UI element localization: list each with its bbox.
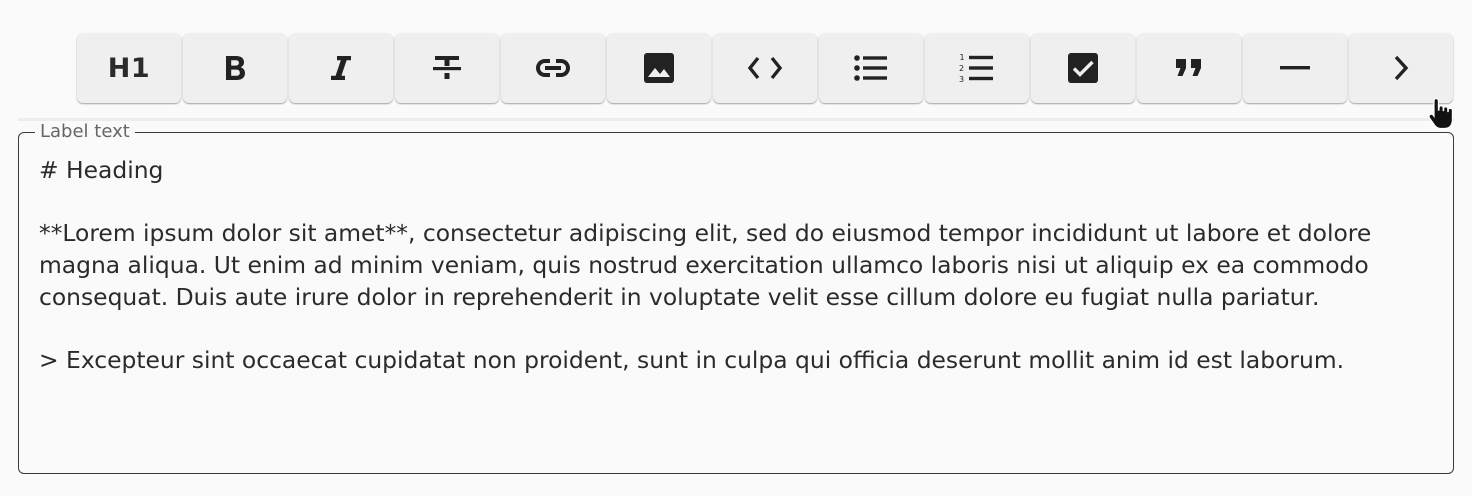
strikethrough-icon [433,56,461,79]
chevron-right-icon [1394,55,1409,81]
markdown-editor-field[interactable]: Label text # Heading **Lorem ipsum dolor… [18,121,1454,474]
bold-button[interactable] [183,33,287,103]
more-button[interactable] [1349,33,1453,103]
bulleted-list-button[interactable] [819,33,923,103]
horizontal-rule-icon [1280,66,1310,70]
checkbox-button[interactable] [1031,33,1135,103]
numbered-list-icon: 1 2 3 [959,53,993,84]
link-button[interactable] [501,33,605,103]
svg-text:1: 1 [960,53,965,62]
markdown-textarea[interactable]: # Heading **Lorem ipsum dolor sit amet**… [39,155,1431,377]
link-icon [536,59,570,77]
italic-icon [331,56,351,80]
quote-button[interactable] [1137,33,1241,103]
markdown-toolbar: H1 1 2 3 [77,33,1453,103]
svg-text:3: 3 [959,75,964,84]
quote-icon [1176,59,1201,76]
field-label: Label text [35,121,135,143]
strikethrough-button[interactable] [395,33,499,103]
code-button[interactable] [713,33,817,103]
heading-icon: H1 [107,52,151,84]
heading-button[interactable]: H1 [77,33,181,103]
toolbar-divider [18,118,1454,121]
bulleted-list-icon [854,55,887,81]
image-button[interactable] [607,33,711,103]
image-icon [644,53,674,83]
italic-button[interactable] [289,33,393,103]
code-icon [747,56,783,80]
hand-cursor-icon [1428,97,1453,130]
horizontal-rule-button[interactable] [1243,33,1347,103]
checkbox-icon [1068,53,1098,83]
svg-text:2: 2 [959,64,964,73]
numbered-list-button[interactable]: 1 2 3 [925,33,1029,103]
bold-icon [226,56,245,80]
